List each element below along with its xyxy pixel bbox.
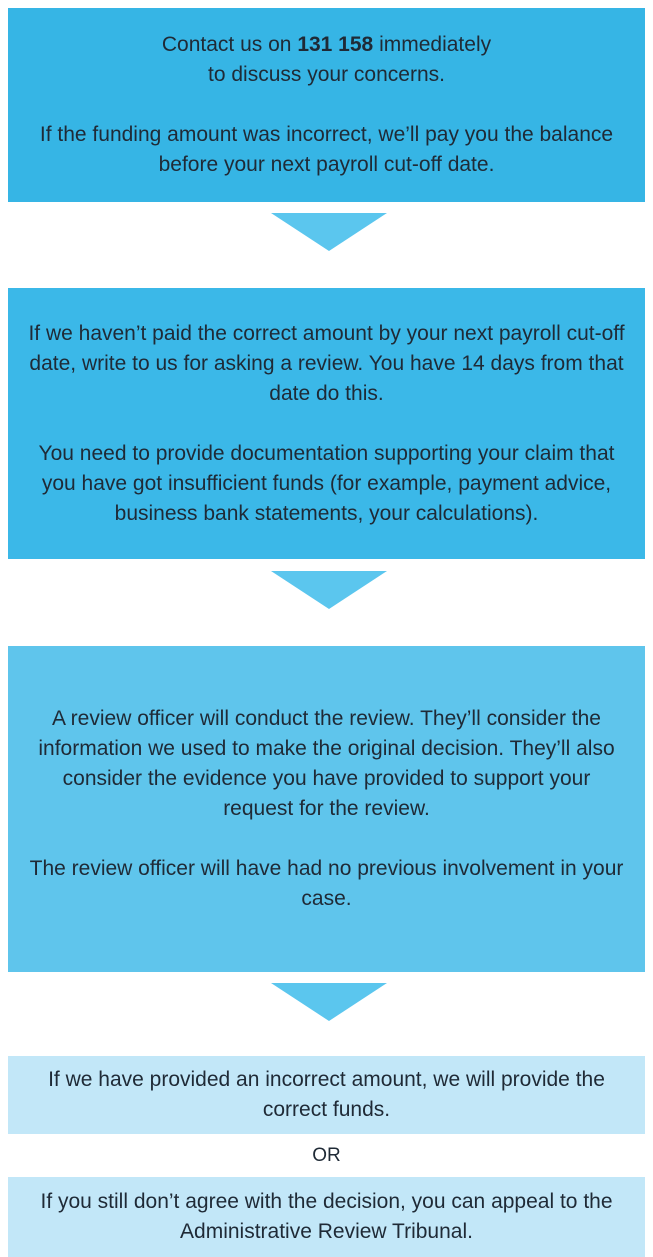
- step-1-box: Contact us on 131 158 immediately to dis…: [8, 8, 645, 202]
- step-1-contact-suffix: immediately: [373, 33, 492, 56]
- or-label: OR: [312, 1145, 341, 1166]
- step-3-review-officer-text: A review officer will conduct the review…: [38, 707, 615, 820]
- step-2-box: If we haven’t paid the correct amount by…: [8, 288, 645, 559]
- down-arrow-1-shape: [271, 213, 387, 251]
- step-2-review-request-text: If we haven’t paid the correct amount by…: [28, 321, 625, 405]
- down-arrow-2: [271, 571, 387, 609]
- down-arrow-1: [271, 213, 387, 251]
- step-2-documentation-text: You need to provide documentation suppor…: [38, 441, 615, 525]
- down-arrow-3-shape: [271, 983, 387, 1021]
- down-arrow-3: [271, 983, 387, 1021]
- step-3-no-involvement-text: The review officer will have had no prev…: [29, 857, 624, 910]
- outcome-1-box: If we have provided an incorrect amount,…: [8, 1056, 645, 1134]
- step-1-balance-text: If the funding amount was incorrect, we’…: [39, 123, 614, 176]
- step-1-contact-line2: to discuss your concerns.: [208, 63, 445, 86]
- down-arrow-2-shape: [271, 571, 387, 609]
- step-3-box: A review officer will conduct the review…: [8, 646, 645, 972]
- step-1-contact-text: Contact us on 131 158 immediately to dis…: [162, 30, 491, 90]
- outcome-1-text: If we have provided an incorrect amount,…: [48, 1068, 605, 1121]
- outcome-2-box: If you still don’t agree with the decisi…: [8, 1177, 645, 1257]
- step-1-contact-prefix: Contact us on: [161, 33, 298, 56]
- outcome-2-text: If you still don’t agree with the decisi…: [40, 1190, 613, 1243]
- phone-number: 131 158: [297, 33, 374, 56]
